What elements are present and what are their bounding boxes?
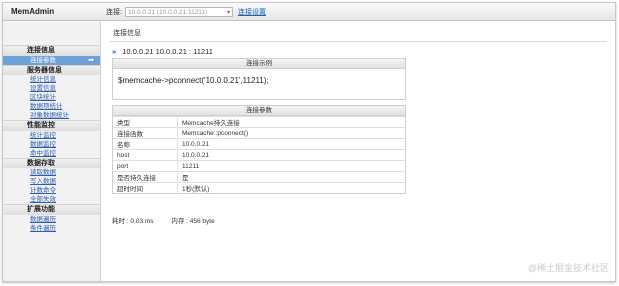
param-key: 类型 [113, 116, 178, 128]
param-value: 10.0.0.21 [177, 138, 405, 150]
param-key: 名称 [113, 138, 178, 150]
sidebar-item-connection-params[interactable]: 连接参数 ➡ [3, 55, 100, 65]
params-panel-title: 连接参数 [113, 106, 405, 116]
sidebar-item-write-data[interactable]: 写入数据 [3, 177, 100, 186]
sidebar-item-hit-monitor[interactable]: 命中监控 [3, 149, 100, 158]
sidebar-group-monitoring[interactable]: 性能监控 [3, 120, 100, 131]
table-row: port 11211 [113, 160, 405, 172]
page-title: 连接信息 [113, 30, 141, 37]
sidebar-group-extensions[interactable]: 扩展功能 [3, 204, 100, 215]
stats-bar: 耗时 : 0.03 ms 内存 : 456 byte [112, 215, 231, 225]
sidebar-item-stats[interactable]: 统计信息 [3, 75, 100, 84]
connection-select-value: 10.0.0.21 (10.0.0.21:11211) [127, 8, 208, 16]
params-panel: 连接参数 类型 Memcache持久连接 连接函数 Memcache::pcon… [112, 105, 406, 194]
sidebar-item-conditional-traverse[interactable]: 条件遍历 [3, 224, 100, 233]
param-value: 1秒(默认) [177, 182, 405, 193]
table-row: 连接函数 Memcache::pconnect() [113, 127, 405, 139]
example-panel-title: 连接示例 [113, 59, 405, 69]
param-key: port [113, 160, 178, 172]
params-table: 类型 Memcache持久连接 连接函数 Memcache::pconnect(… [113, 116, 405, 193]
connection-label: 连接: [106, 8, 122, 16]
sidebar-item-slabs[interactable]: 区块统计 [3, 93, 100, 102]
app-window: MemAdmin 连接: 10.0.0.21 (10.0.0.21:11211)… [2, 2, 616, 282]
sidebar-item-read-data[interactable]: 读取数据 [3, 168, 100, 177]
memory-usage: 内存 : 456 byte [171, 218, 215, 225]
connection-select[interactable]: 10.0.0.21 (10.0.0.21:11211) ▾ [124, 6, 233, 17]
param-value: 是 [177, 171, 405, 183]
param-key: host [113, 149, 178, 161]
app-title: MemAdmin [11, 7, 55, 16]
arrow-right-icon: ➡ [88, 56, 94, 64]
sidebar-item-stats-monitor[interactable]: 统计监控 [3, 131, 100, 140]
sidebar-item-items[interactable]: 数据项统计 [3, 102, 100, 111]
table-row: 名称 10.0.0.21 [113, 138, 405, 150]
table-row: host 10.0.0.21 [113, 149, 405, 161]
param-key: 是否持久连接 [113, 171, 178, 183]
param-value: 11211 [177, 160, 405, 172]
param-key: 连接函数 [113, 127, 178, 139]
sidebar-item-traverse[interactable]: 数据遍历 [3, 215, 100, 224]
sidebar-item-object-stats[interactable]: 对象数据统计 [3, 111, 100, 120]
main-content: 连接信息 » 10.0.0.21 10.0.0.21 : 11211 连接示例 … [101, 21, 615, 281]
sidebar-item-counter[interactable]: 计数命令 [3, 186, 100, 195]
example-panel: 连接示例 $memcache->pconnect('10.0.0.21',112… [112, 58, 406, 100]
sidebar-item-label: 连接参数 [30, 56, 56, 64]
sidebar-group-server[interactable]: 服务器信息 [3, 64, 100, 75]
server-address: 10.0.0.21 10.0.0.21 : 11211 [122, 47, 213, 56]
example-code: $memcache->pconnect('10.0.0.21',11211); [118, 76, 269, 85]
table-row: 超时时间 1秒(默认) [113, 182, 405, 193]
divider [109, 41, 607, 42]
sidebar-group-data-access[interactable]: 数据存取 [3, 157, 100, 168]
sidebar-item-settings[interactable]: 设置信息 [3, 84, 100, 93]
sidebar-item-flush-all[interactable]: 全部失效 [3, 195, 100, 204]
elapsed-time: 耗时 : 0.03 ms [112, 218, 154, 225]
param-key: 超时时间 [113, 182, 178, 193]
watermark: @稀土掘金技术社区 [527, 263, 609, 273]
param-value: 10.0.0.21 [177, 149, 405, 161]
sidebar-item-data-monitor[interactable]: 数据监控 [3, 140, 100, 149]
server-heading: » 10.0.0.21 10.0.0.21 : 11211 [112, 47, 213, 56]
table-row: 是否持久连接 是 [113, 171, 405, 183]
connection-settings-link[interactable]: 连接设置 [238, 7, 266, 17]
double-chevron-right-icon: » [112, 47, 117, 56]
chevron-down-icon: ▾ [226, 9, 230, 16]
sidebar-group-connection[interactable]: 连接信息 [3, 45, 100, 56]
table-row: 类型 Memcache持久连接 [113, 116, 405, 128]
sidebar: 连接信息 连接参数 ➡ 服务器信息 统计信息 设置信息 区块统计 数据项统计 对… [3, 21, 101, 281]
param-value: Memcache持久连接 [177, 116, 405, 128]
top-toolbar: MemAdmin 连接: 10.0.0.21 (10.0.0.21:11211)… [3, 3, 615, 21]
param-value: Memcache::pconnect() [177, 127, 405, 139]
